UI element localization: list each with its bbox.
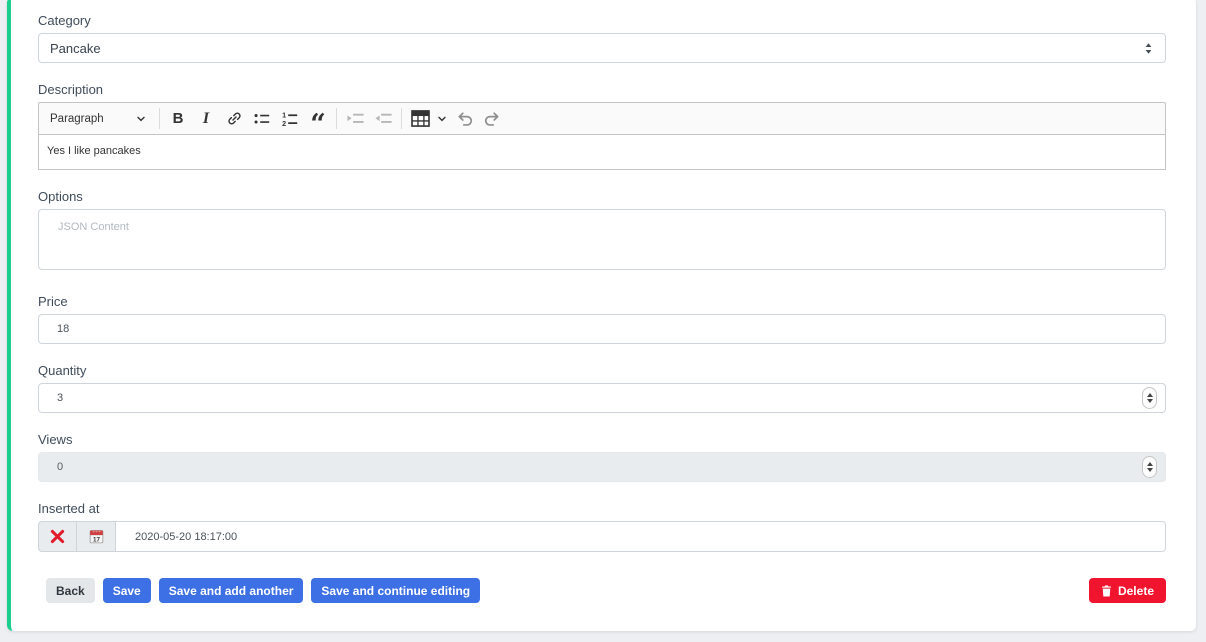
toolbar-separator: [336, 108, 337, 129]
calendar-icon: 17: [88, 528, 105, 545]
options-label: Options: [38, 189, 1166, 204]
insert-table-button[interactable]: [406, 106, 434, 132]
field-quantity: Quantity: [38, 363, 1166, 413]
inserted-at-label: Inserted at: [38, 501, 1166, 516]
category-select[interactable]: Pancake: [38, 33, 1166, 63]
link-icon: [226, 110, 243, 127]
block-quote-button[interactable]: “: [304, 106, 332, 132]
clear-date-button[interactable]: [38, 521, 77, 552]
price-label: Price: [38, 294, 1166, 309]
datetime-picker-group: 17: [38, 521, 1166, 552]
category-selected-value: Pancake: [50, 41, 101, 56]
field-category: Category Pancake: [38, 13, 1166, 63]
outdent-icon: [374, 109, 393, 128]
price-input[interactable]: [38, 314, 1166, 344]
block-quote-icon: “: [310, 112, 326, 126]
editor-toolbar: Paragraph B I: [38, 102, 1166, 135]
stepper-up-icon: [1147, 393, 1153, 397]
link-button[interactable]: [220, 106, 248, 132]
indent-button[interactable]: [341, 106, 369, 132]
quantity-input[interactable]: [38, 383, 1166, 413]
toolbar-separator: [401, 108, 402, 129]
description-label: Description: [38, 82, 1166, 97]
paragraph-style-dropdown[interactable]: Paragraph: [42, 106, 155, 132]
stepper-down-icon: [1147, 468, 1153, 472]
numbered-list-icon: 1 2: [281, 110, 299, 128]
form-actions: Back Save Save and add another Save and …: [46, 578, 1166, 603]
calendar-picker-button[interactable]: 17: [77, 521, 116, 552]
save-and-add-another-button[interactable]: Save and add another: [159, 578, 304, 603]
options-textarea[interactable]: [38, 209, 1166, 270]
bulleted-list-button[interactable]: [248, 106, 276, 132]
chevron-down-icon: [437, 114, 447, 124]
undo-icon: [455, 111, 474, 127]
insert-table-icon: [411, 110, 430, 127]
outdent-button[interactable]: [369, 106, 397, 132]
bold-icon: B: [173, 110, 184, 127]
numbered-list-button[interactable]: 1 2: [276, 106, 304, 132]
italic-button[interactable]: I: [192, 106, 220, 132]
redo-icon: [483, 111, 502, 127]
stepper-down-icon: [1147, 399, 1153, 403]
svg-text:2: 2: [282, 118, 286, 127]
views-label: Views: [38, 432, 1166, 447]
views-input: [38, 452, 1166, 482]
indent-icon: [346, 109, 365, 128]
bold-button[interactable]: B: [164, 106, 192, 132]
red-x-icon: [49, 528, 66, 545]
inserted-at-input[interactable]: [116, 521, 1166, 552]
toolbar-separator: [159, 108, 160, 129]
field-price: Price: [38, 294, 1166, 344]
save-button[interactable]: Save: [103, 578, 151, 603]
undo-button[interactable]: [450, 106, 478, 132]
paragraph-style-label: Paragraph: [50, 113, 104, 125]
form-card: Category Pancake Description Paragraph: [7, 0, 1196, 631]
field-inserted-at: Inserted at 17: [38, 501, 1166, 552]
bulleted-list-icon: [253, 110, 271, 128]
editor-content[interactable]: Yes I like pancakes: [38, 135, 1166, 170]
table-dropdown-chevron[interactable]: [434, 106, 450, 132]
stepper-up-icon: [1147, 462, 1153, 466]
save-and-continue-editing-button[interactable]: Save and continue editing: [311, 578, 480, 603]
select-updown-arrow-icon: [1144, 42, 1153, 55]
field-description: Description Paragraph B I: [38, 82, 1166, 170]
svg-text:17: 17: [93, 536, 100, 543]
delete-button[interactable]: Delete: [1089, 578, 1166, 603]
trash-icon: [1101, 585, 1112, 597]
views-stepper: [1142, 456, 1157, 478]
field-views: Views: [38, 432, 1166, 482]
chevron-down-icon: [136, 114, 146, 124]
quantity-stepper[interactable]: [1142, 387, 1157, 409]
redo-button[interactable]: [478, 106, 506, 132]
field-options: Options: [38, 189, 1166, 275]
delete-button-label: Delete: [1118, 585, 1154, 597]
italic-icon: I: [203, 110, 209, 128]
quantity-label: Quantity: [38, 363, 1166, 378]
back-button[interactable]: Back: [46, 578, 95, 603]
category-label: Category: [38, 13, 1166, 28]
